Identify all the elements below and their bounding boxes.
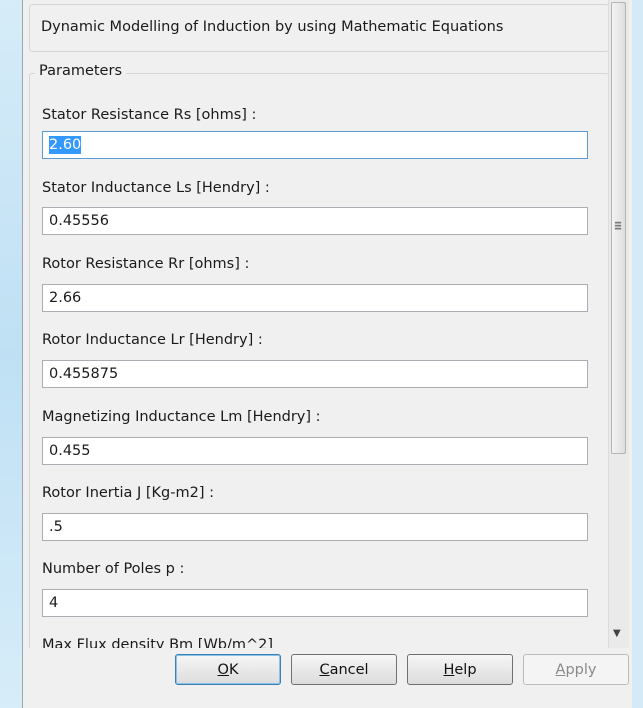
stator-inductance-input[interactable]: 0.45556 <box>42 207 588 235</box>
apply-label-rest: pply <box>565 661 597 678</box>
parameters-group-title: Parameters <box>35 63 126 79</box>
ok-mnemonic: O <box>217 661 229 678</box>
scrollbar-thumb[interactable]: ━ ━ ━ <box>611 2 626 454</box>
rotor-resistance-label: Rotor Resistance Rr [ohms] : <box>42 256 250 272</box>
stator-inductance-label: Stator Inductance Ls [Hendry] : <box>42 180 270 196</box>
magnetizing-inductance-label: Magnetizing Inductance Lm [Hendry] : <box>42 409 321 425</box>
dialog-button-bar: OK Cancel Help Apply <box>23 648 632 708</box>
cancel-mnemonic: C <box>319 661 330 678</box>
block-parameters-dialog: Dynamic Modelling of Induction by using … <box>22 0 632 708</box>
rotor-inertia-label: Rotor Inertia J [Kg-m2] : <box>42 485 214 501</box>
apply-mnemonic: A <box>555 661 566 678</box>
stator-resistance-value: 2.60 <box>49 136 82 154</box>
number-of-poles-label: Number of Poles p : <box>42 561 185 577</box>
description-box: Dynamic Modelling of Induction by using … <box>29 4 609 52</box>
number-of-poles-input[interactable]: 4 <box>42 589 588 617</box>
vertical-scrollbar[interactable]: ━ ━ ━ ▼ <box>608 0 629 648</box>
rotor-inductance-input[interactable]: 0.455875 <box>42 360 588 388</box>
help-mnemonic: H <box>443 661 455 678</box>
grip-icon: ━ ━ ━ <box>615 218 622 235</box>
rotor-inductance-label: Rotor Inductance Lr [Hendry] : <box>42 332 263 348</box>
magnetizing-inductance-input[interactable]: 0.455 <box>42 437 588 465</box>
help-button[interactable]: Help <box>407 654 513 685</box>
cancel-label-rest: ancel <box>329 661 369 678</box>
apply-button[interactable]: Apply <box>523 654 629 685</box>
ok-label-rest: K <box>228 661 239 678</box>
help-label-rest: elp <box>454 661 477 678</box>
window-background <box>0 0 22 708</box>
description-text: Dynamic Modelling of Induction by using … <box>41 19 504 35</box>
rotor-inertia-input[interactable]: .5 <box>42 513 588 541</box>
scroll-down-arrow-icon[interactable]: ▼ <box>613 628 621 639</box>
stator-resistance-input[interactable]: 2.60 <box>42 131 588 159</box>
rotor-resistance-input[interactable]: 2.66 <box>42 284 588 312</box>
cancel-button[interactable]: Cancel <box>291 654 397 685</box>
window-background-right <box>631 0 643 708</box>
stator-resistance-label: Stator Resistance Rs [ohms] : <box>42 107 257 123</box>
ok-button[interactable]: OK <box>175 654 281 685</box>
